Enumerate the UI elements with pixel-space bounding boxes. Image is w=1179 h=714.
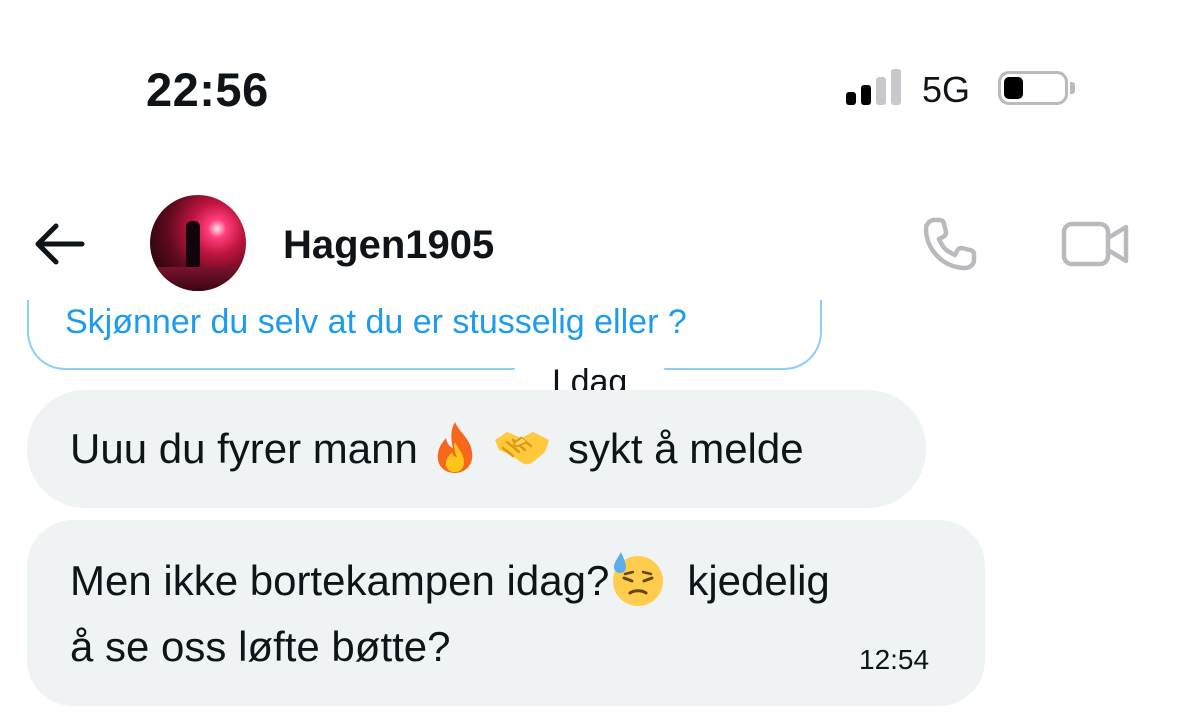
downcast-face-with-sweat-emoji-icon: [613, 551, 664, 606]
phone-icon[interactable]: [920, 214, 982, 274]
fire-emoji-icon: [437, 421, 473, 473]
video-camera-icon[interactable]: [1060, 218, 1132, 270]
message-text-part: sykt å melde: [567, 425, 804, 472]
message-timestamp: 12:54: [859, 644, 930, 675]
dm-conversation-screen: 22:56 5G Skjønner du selv at du er stuss…: [0, 0, 1179, 714]
network-type: 5G: [922, 69, 971, 110]
message-text-part: Uuu du fyrer mann: [70, 425, 418, 472]
signal-strength-icon: [846, 69, 906, 105]
message-text-part: kjedelig: [687, 557, 830, 604]
message-bubble[interactable]: Men ikke bortekampen idag? kjedelig å se…: [27, 520, 985, 706]
message-text-line: Men ikke bortekampen idag? kjedelig: [70, 548, 830, 614]
battery-icon: [998, 71, 1075, 105]
status-time: 22:56: [146, 63, 269, 116]
message-bubble[interactable]: Uuu du fyrer mann sykt å melde: [27, 390, 926, 508]
arrow-left-icon[interactable]: [30, 220, 88, 268]
message-text-part: Men ikke bortekampen idag?: [70, 557, 610, 604]
handshake-emoji-icon: [494, 431, 549, 465]
avatar[interactable]: [150, 195, 246, 291]
contact-name[interactable]: Hagen1905: [283, 221, 494, 269]
quoted-message-text: Skjønner du selv at du er stusselig elle…: [65, 303, 687, 341]
message-text: Uuu du fyrer mann sykt å melde: [70, 416, 804, 482]
message-text-line: å se oss løfte bøtte?: [70, 623, 451, 670]
